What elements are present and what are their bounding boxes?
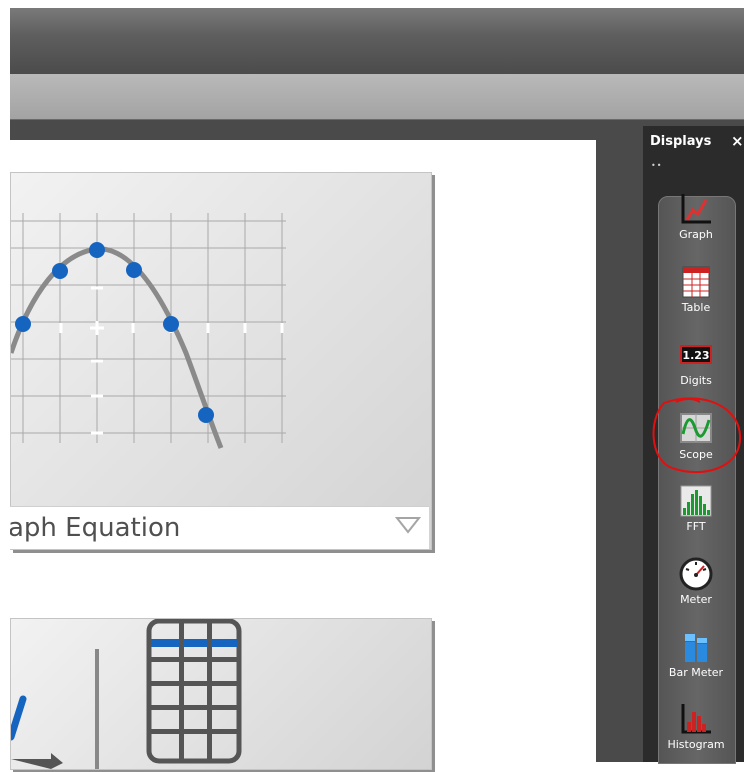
window-title-bar (10, 8, 744, 75)
display-item-label: Table (681, 301, 711, 314)
display-item-label: Bar Meter (668, 666, 724, 679)
graph-equation-card[interactable] (10, 172, 432, 550)
display-item-label: Histogram (667, 738, 725, 751)
histogram-icon (681, 704, 711, 734)
display-item-fft[interactable]: FFT (658, 484, 734, 554)
displays-panel-title: Displays (650, 134, 712, 149)
bar-meter-icon (685, 634, 707, 662)
table-card[interactable] (10, 618, 432, 770)
display-item-label: Digits (680, 374, 712, 387)
display-item-label: FFT (686, 520, 706, 533)
meter-icon (679, 557, 713, 591)
display-item-table[interactable]: Table (658, 265, 734, 335)
display-item-label: Graph (679, 228, 713, 241)
digits-icon-text: 1.23 (682, 349, 709, 362)
panel-grip-icon[interactable]: •• (651, 161, 662, 170)
graph-equation-label: aph Equation (10, 513, 181, 543)
graph-equation-illustration (11, 213, 286, 449)
graph-equation-caption[interactable]: aph Equation (10, 506, 429, 549)
graph-icon (681, 194, 711, 224)
scope-icon (680, 413, 712, 443)
display-item-label: Meter (680, 593, 712, 606)
table-card-illustration (11, 619, 242, 769)
table-icon (682, 266, 710, 298)
display-item-digits[interactable]: 1.23 Digits (658, 338, 734, 408)
digits-icon: 1.23 (680, 345, 712, 364)
display-item-scope[interactable]: Scope (658, 412, 734, 482)
display-item-meter[interactable]: Meter (658, 557, 734, 627)
display-item-label: Scope (679, 448, 713, 461)
toolbar (10, 74, 744, 120)
display-item-graph[interactable]: Graph (658, 192, 734, 262)
fft-icon (680, 485, 712, 517)
display-item-bar-meter[interactable]: Bar Meter (658, 630, 734, 700)
dropdown-triangle-icon[interactable] (395, 515, 421, 535)
close-icon[interactable]: × (731, 132, 744, 150)
